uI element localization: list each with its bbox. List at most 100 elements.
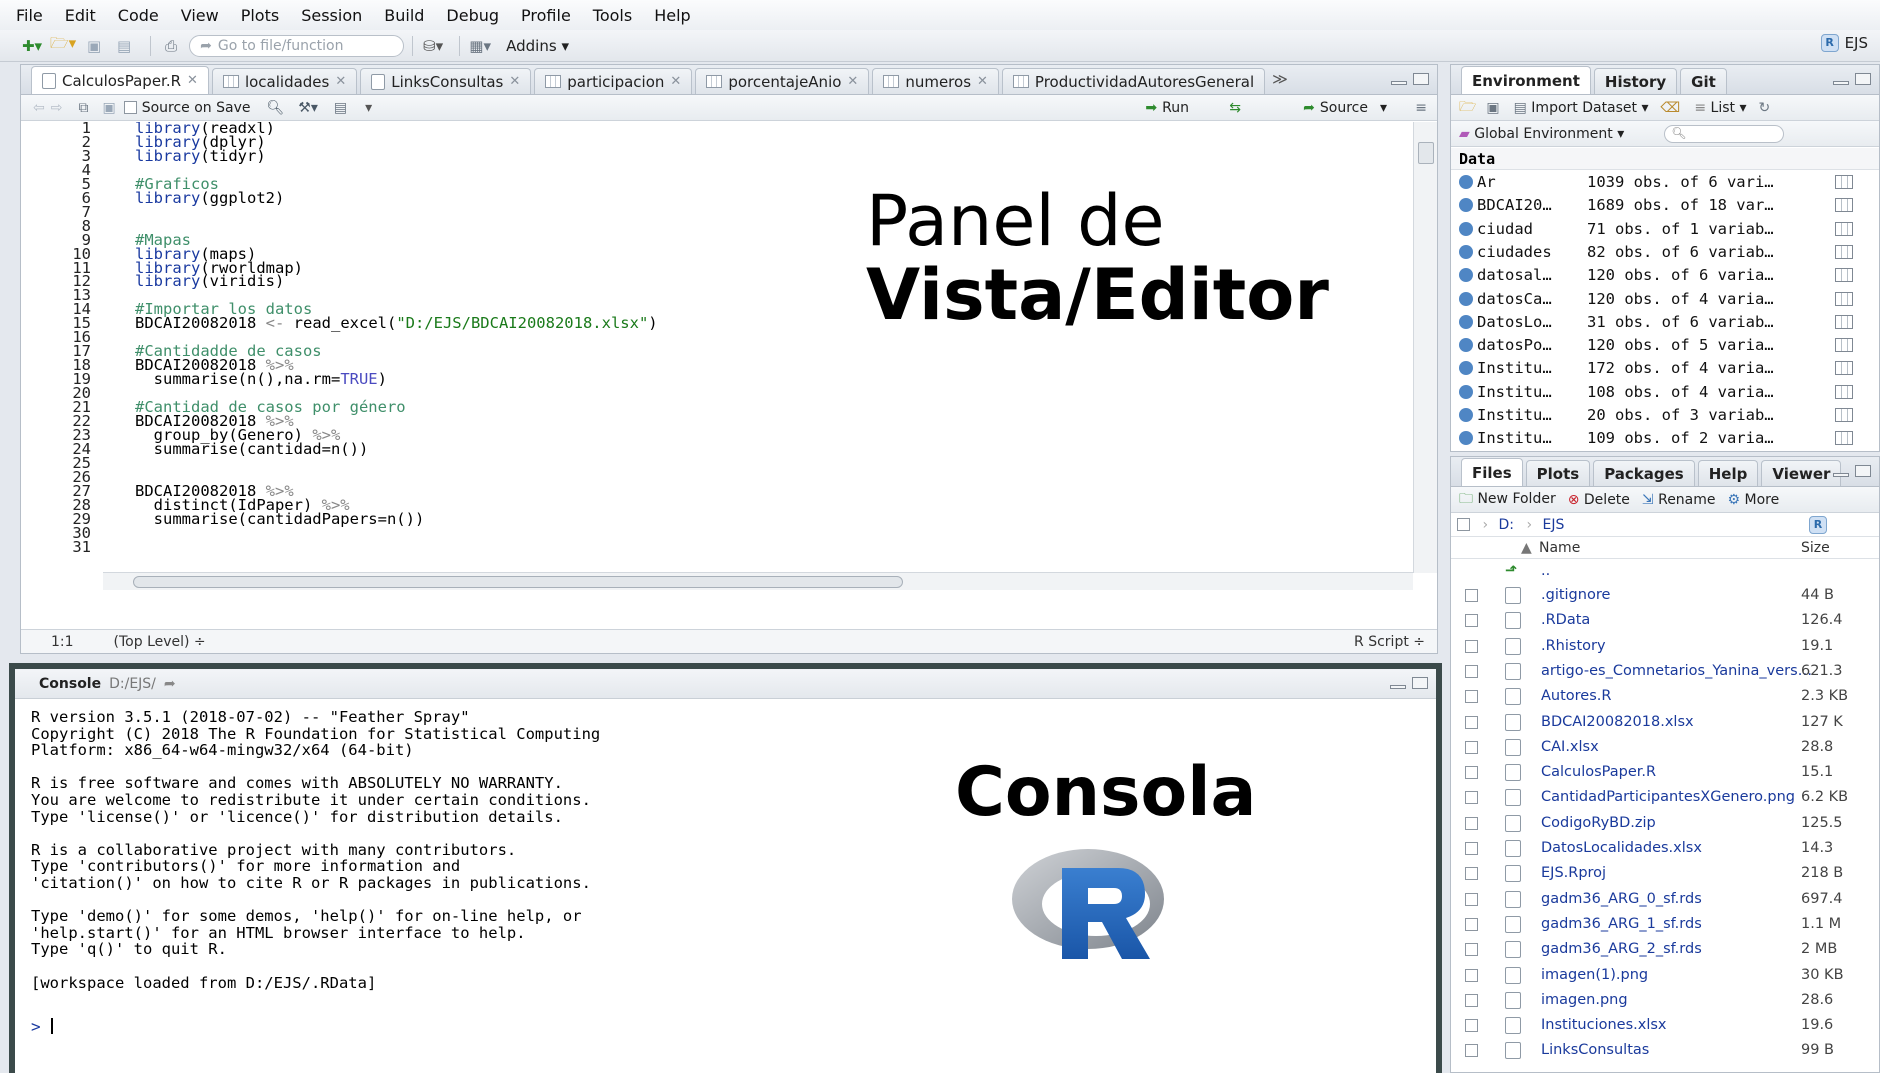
file-checkbox[interactable] xyxy=(1465,639,1478,653)
file-name-link[interactable]: CalculosPaper.R xyxy=(1541,760,1656,785)
import-dataset-button[interactable]: ▤ Import Dataset ▾ xyxy=(1514,100,1649,116)
file-checkbox[interactable] xyxy=(1465,791,1478,805)
file-row[interactable]: Instituciones.xlsx 19.6 xyxy=(1451,1013,1871,1038)
file-name-link[interactable]: .Rhistory xyxy=(1541,634,1606,659)
file-row[interactable]: artigo-es_Comnetarios_Yanina_vers… 621.3 xyxy=(1451,659,1871,684)
tab-plots[interactable]: Plots xyxy=(1525,460,1591,486)
goto-file-input[interactable]: ➦ Go to file/function xyxy=(189,34,405,57)
scroll-thumb[interactable] xyxy=(1418,142,1434,164)
refresh-icon[interactable]: ↻ xyxy=(1758,100,1770,116)
file-row[interactable]: imagen(1).png 30 KB xyxy=(1451,963,1871,988)
env-data-row[interactable]: ciudad 71 obs. of 1 variab… xyxy=(1451,218,1871,241)
project-menu[interactable]: R EJS xyxy=(1820,34,1868,52)
options-chevron-icon[interactable]: ▾ xyxy=(365,100,372,116)
expand-icon[interactable] xyxy=(1459,384,1473,399)
menu-help[interactable]: Help xyxy=(654,6,690,25)
load-workspace-icon[interactable]: 🗁 xyxy=(1459,96,1476,120)
code-line[interactable]: 31 xyxy=(21,538,1221,556)
tab-calculospaper[interactable]: CalculosPaper.R ✕ xyxy=(31,66,209,94)
maximize-icon[interactable] xyxy=(1855,465,1871,477)
editor-horizontal-scrollbar[interactable] xyxy=(103,572,1413,590)
file-name-link[interactable]: gadm36_ARG_1_sf.rds xyxy=(1541,912,1702,937)
select-all-checkbox[interactable] xyxy=(1457,518,1470,531)
search-icon[interactable]: 🔍︎ xyxy=(267,100,285,116)
maximize-icon[interactable] xyxy=(1855,73,1871,85)
console-input[interactable]: > xyxy=(31,1017,53,1036)
view-table-icon[interactable] xyxy=(1835,431,1853,446)
env-data-row[interactable]: ciudades 82 obs. of 6 variab… xyxy=(1451,241,1871,264)
file-row[interactable]: .Rhistory 19.1 xyxy=(1451,634,1871,659)
close-icon[interactable]: ✕ xyxy=(670,74,681,89)
minimize-icon[interactable] xyxy=(1833,473,1849,477)
tab-git[interactable]: Git xyxy=(1680,68,1727,94)
file-row[interactable]: imagen.png 28.6 xyxy=(1451,988,1871,1013)
tab-localidades[interactable]: localidades ✕ xyxy=(211,68,358,94)
rerun-icon[interactable]: ⇆ xyxy=(1229,100,1241,116)
file-checkbox[interactable] xyxy=(1465,917,1478,931)
tab-numeros[interactable]: numeros ✕ xyxy=(872,68,999,94)
file-name-link[interactable]: EJS.Rproj xyxy=(1541,861,1606,886)
file-row[interactable]: EJS.Rproj 218 B xyxy=(1451,861,1871,886)
expand-icon[interactable] xyxy=(1459,338,1473,353)
menu-debug[interactable]: Debug xyxy=(446,6,499,25)
file-row[interactable]: CodigoRyBD.zip 125.5 xyxy=(1451,811,1871,836)
file-name-link[interactable]: gadm36_ARG_2_sf.rds xyxy=(1541,937,1702,962)
tab-environment[interactable]: Environment xyxy=(1461,66,1591,94)
file-checkbox[interactable] xyxy=(1465,892,1478,906)
close-icon[interactable]: ✕ xyxy=(509,74,520,89)
chevron-down-icon[interactable]: ▾ xyxy=(1380,100,1387,116)
save-icon[interactable]: ▣ xyxy=(102,100,115,116)
pane-layout-icon[interactable]: ▦▾ xyxy=(468,34,492,58)
file-row[interactable]: CAI.xlsx 28.8 xyxy=(1451,735,1871,760)
menu-profile[interactable]: Profile xyxy=(521,6,571,25)
rproject-icon[interactable]: R xyxy=(1809,516,1827,534)
minimize-icon[interactable] xyxy=(1390,685,1406,689)
source-button[interactable]: ➦ Source ▾ xyxy=(1303,100,1387,116)
close-icon[interactable]: ✕ xyxy=(335,74,346,89)
view-table-icon[interactable] xyxy=(1835,175,1853,189)
file-checkbox[interactable] xyxy=(1465,1019,1478,1033)
view-mode-button[interactable]: ≡ List ▾ xyxy=(1694,100,1746,116)
column-size[interactable]: Size xyxy=(1801,537,1830,559)
view-table-icon[interactable] xyxy=(1835,361,1853,376)
env-data-row[interactable]: Institu… 172 obs. of 4 varia… xyxy=(1451,357,1871,380)
menu-file[interactable]: File xyxy=(16,6,43,25)
menu-session[interactable]: Session xyxy=(301,6,362,25)
file-name-link[interactable]: .RData xyxy=(1541,608,1590,633)
file-name-link[interactable]: .gitignore xyxy=(1541,583,1610,608)
file-checkbox[interactable] xyxy=(1465,993,1478,1007)
scope-selector[interactable]: (Top Level) ÷ xyxy=(114,634,206,650)
more-button[interactable]: ⚙ More xyxy=(1728,492,1780,508)
print-icon[interactable]: ⎙ xyxy=(159,34,183,58)
rename-button[interactable]: ⇲ Rename xyxy=(1642,492,1716,508)
file-checkbox[interactable] xyxy=(1465,968,1478,982)
new-folder-button[interactable]: 🗀 New Folder xyxy=(1459,488,1556,512)
forward-arrow-icon[interactable]: ⇨ xyxy=(51,100,63,116)
file-row[interactable]: gadm36_ARG_2_sf.rds 2 MB xyxy=(1451,937,1871,962)
file-row[interactable]: CalculosPaper.R 15.1 xyxy=(1451,760,1871,785)
file-name-link[interactable]: BDCAI20082018.xlsx xyxy=(1541,710,1694,735)
save-workspace-icon[interactable]: ▣ xyxy=(1486,100,1499,116)
file-name-link[interactable]: CodigoRyBD.zip xyxy=(1541,811,1656,836)
maximize-icon[interactable] xyxy=(1412,677,1428,689)
file-type-selector[interactable]: R Script ÷ xyxy=(1354,634,1425,650)
file-row[interactable]: gadm36_ARG_1_sf.rds 1.1 M xyxy=(1451,912,1871,937)
scroll-thumb[interactable] xyxy=(133,576,903,588)
file-row[interactable]: LinksConsultas 99 B xyxy=(1451,1038,1871,1063)
file-name-link[interactable]: artigo-es_Comnetarios_Yanina_vers… xyxy=(1541,659,1812,684)
expand-icon[interactable] xyxy=(1459,268,1473,283)
menu-tools[interactable]: Tools xyxy=(593,6,632,25)
open-folder-icon[interactable]: 🗁▾ xyxy=(50,34,76,58)
back-arrow-icon[interactable]: ⇦ xyxy=(33,100,45,116)
expand-icon[interactable] xyxy=(1459,198,1473,213)
view-table-icon[interactable] xyxy=(1835,221,1853,236)
file-name-link[interactable]: gadm36_ARG_0_sf.rds xyxy=(1541,887,1702,912)
file-name-link[interactable]: Instituciones.xlsx xyxy=(1541,1013,1667,1038)
file-row[interactable]: BDCAI20082018.xlsx 127 K xyxy=(1451,710,1871,735)
menu-plots[interactable]: Plots xyxy=(241,6,280,25)
view-table-icon[interactable] xyxy=(1835,291,1853,306)
addins-menu[interactable]: Addins ▾ xyxy=(506,37,569,55)
more-tabs-icon[interactable]: ≫ xyxy=(1272,70,1288,88)
env-data-row[interactable]: Ar 1039 obs. of 6 vari… xyxy=(1451,171,1871,194)
close-icon[interactable]: ✕ xyxy=(977,74,988,89)
